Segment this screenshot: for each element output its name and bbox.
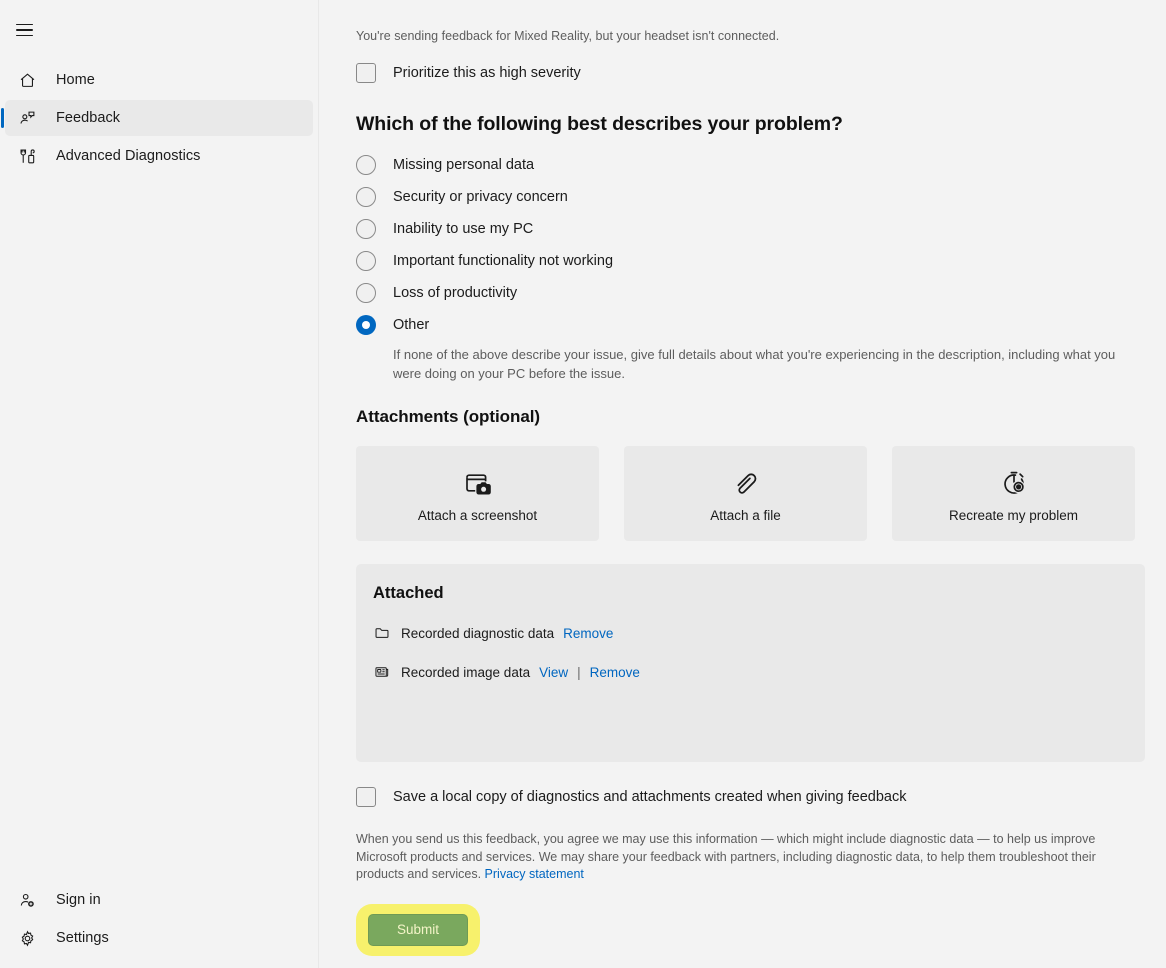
problem-options-group: Missing personal data Security or privac…	[356, 149, 1145, 383]
feedback-form: You're sending feedback for Mixed Realit…	[319, 0, 1166, 968]
gear-icon	[17, 928, 37, 948]
sidebar-item-label: Sign in	[56, 891, 101, 908]
hamburger-icon[interactable]	[4, 12, 44, 48]
prioritize-checkbox[interactable]	[356, 63, 376, 83]
stopwatch-record-icon	[997, 464, 1031, 502]
recreate-problem-button[interactable]: Recreate my problem	[892, 446, 1135, 541]
submit-button[interactable]: Submit	[368, 913, 468, 946]
prioritize-checkbox-row[interactable]: Prioritize this as high severity	[356, 63, 1145, 83]
radio-option-security-privacy[interactable]: Security or privacy concern	[356, 181, 1145, 213]
sidebar-item-label: Home	[56, 71, 95, 88]
view-image-data-link[interactable]: View	[539, 665, 568, 680]
headset-notice: You're sending feedback for Mixed Realit…	[356, 29, 780, 43]
radio-mark[interactable]	[356, 315, 376, 335]
attachment-buttons: Attach a screenshot Attach a file Recrea…	[356, 446, 1145, 541]
radio-option-missing-personal-data[interactable]: Missing personal data	[356, 149, 1145, 181]
attached-panel: Attached Recorded diagnostic data Remove	[356, 564, 1145, 762]
radio-label: Other	[393, 317, 430, 333]
sidebar-item-home[interactable]: Home	[5, 62, 313, 98]
radio-option-inability-to-use-pc[interactable]: Inability to use my PC	[356, 213, 1145, 245]
feedback-icon	[17, 108, 37, 128]
legal-text: When you send us this feedback, you agre…	[356, 832, 1096, 881]
problem-question-heading: Which of the following best describes yo…	[356, 113, 843, 135]
attached-item-image-data: Recorded image data View | Remove	[373, 663, 1145, 681]
radio-mark[interactable]	[356, 187, 376, 207]
save-local-copy-checkbox-row[interactable]: Save a local copy of diagnostics and att…	[356, 787, 1145, 807]
sidebar-primary-nav: Home Feedback Advanced Diagnostics	[0, 60, 318, 176]
attach-file-button[interactable]: Attach a file	[624, 446, 867, 541]
sidebar-item-label: Advanced Diagnostics	[56, 147, 201, 164]
radio-label: Loss of productivity	[393, 285, 518, 301]
recreate-problem-label: Recreate my problem	[948, 508, 1079, 523]
radio-mark[interactable]	[356, 219, 376, 239]
home-icon	[17, 70, 37, 90]
attach-file-label: Attach a file	[710, 508, 781, 523]
radio-option-important-functionality[interactable]: Important functionality not working	[356, 245, 1145, 277]
image-data-icon	[373, 663, 391, 681]
sidebar-item-label: Feedback	[56, 109, 121, 126]
radio-label: Important functionality not working	[393, 253, 614, 269]
attach-screenshot-button[interactable]: Attach a screenshot	[356, 446, 599, 541]
attached-item-name: Recorded diagnostic data	[401, 625, 555, 641]
sidebar-secondary-nav: Sign in Settings	[0, 880, 318, 958]
radio-option-loss-of-productivity[interactable]: Loss of productivity	[356, 277, 1145, 309]
radio-mark[interactable]	[356, 251, 376, 271]
diagnostics-icon	[17, 146, 37, 166]
sidebar-item-advanced-diagnostics[interactable]: Advanced Diagnostics	[5, 138, 313, 174]
prioritize-label: Prioritize this as high severity	[393, 65, 581, 81]
other-option-help-text: If none of the above describe your issue…	[393, 347, 1116, 381]
radio-mark[interactable]	[356, 155, 376, 175]
remove-diagnostic-data-link[interactable]: Remove	[563, 626, 613, 641]
action-separator: |	[577, 664, 581, 680]
sidebar: Home Feedback Advanced Diagnostics Sign …	[0, 0, 319, 968]
hamburger-line	[15, 34, 33, 37]
radio-option-other[interactable]: Other	[356, 309, 1145, 341]
radio-label: Security or privacy concern	[393, 189, 568, 205]
legal-disclaimer: When you send us this feedback, you agre…	[356, 831, 1096, 884]
attached-heading: Attached	[373, 584, 444, 602]
paperclip-icon	[729, 464, 763, 502]
attached-item-name: Recorded image data	[401, 664, 531, 680]
attached-item-diagnostic-data: Recorded diagnostic data Remove	[373, 624, 1145, 642]
remove-image-data-link[interactable]: Remove	[590, 665, 640, 680]
hamburger-line	[15, 29, 33, 31]
attachments-heading: Attachments (optional)	[356, 407, 541, 426]
sidebar-item-sign-in[interactable]: Sign in	[5, 882, 313, 918]
person-add-icon	[17, 890, 37, 910]
folder-icon	[373, 624, 391, 642]
sidebar-item-feedback[interactable]: Feedback	[1, 100, 313, 136]
attach-screenshot-label: Attach a screenshot	[417, 508, 538, 523]
save-local-copy-label: Save a local copy of diagnostics and att…	[393, 789, 907, 805]
radio-label: Inability to use my PC	[393, 221, 534, 237]
privacy-statement-link[interactable]: Privacy statement	[485, 867, 584, 881]
screenshot-camera-icon	[461, 464, 495, 502]
radio-mark[interactable]	[356, 283, 376, 303]
sidebar-item-settings[interactable]: Settings	[5, 920, 313, 956]
sidebar-item-label: Settings	[56, 929, 109, 946]
submit-button-highlight-wrap: Submit	[356, 903, 480, 956]
radio-label: Missing personal data	[393, 157, 535, 173]
save-local-copy-checkbox[interactable]	[356, 787, 376, 807]
hamburger-line	[15, 23, 33, 26]
